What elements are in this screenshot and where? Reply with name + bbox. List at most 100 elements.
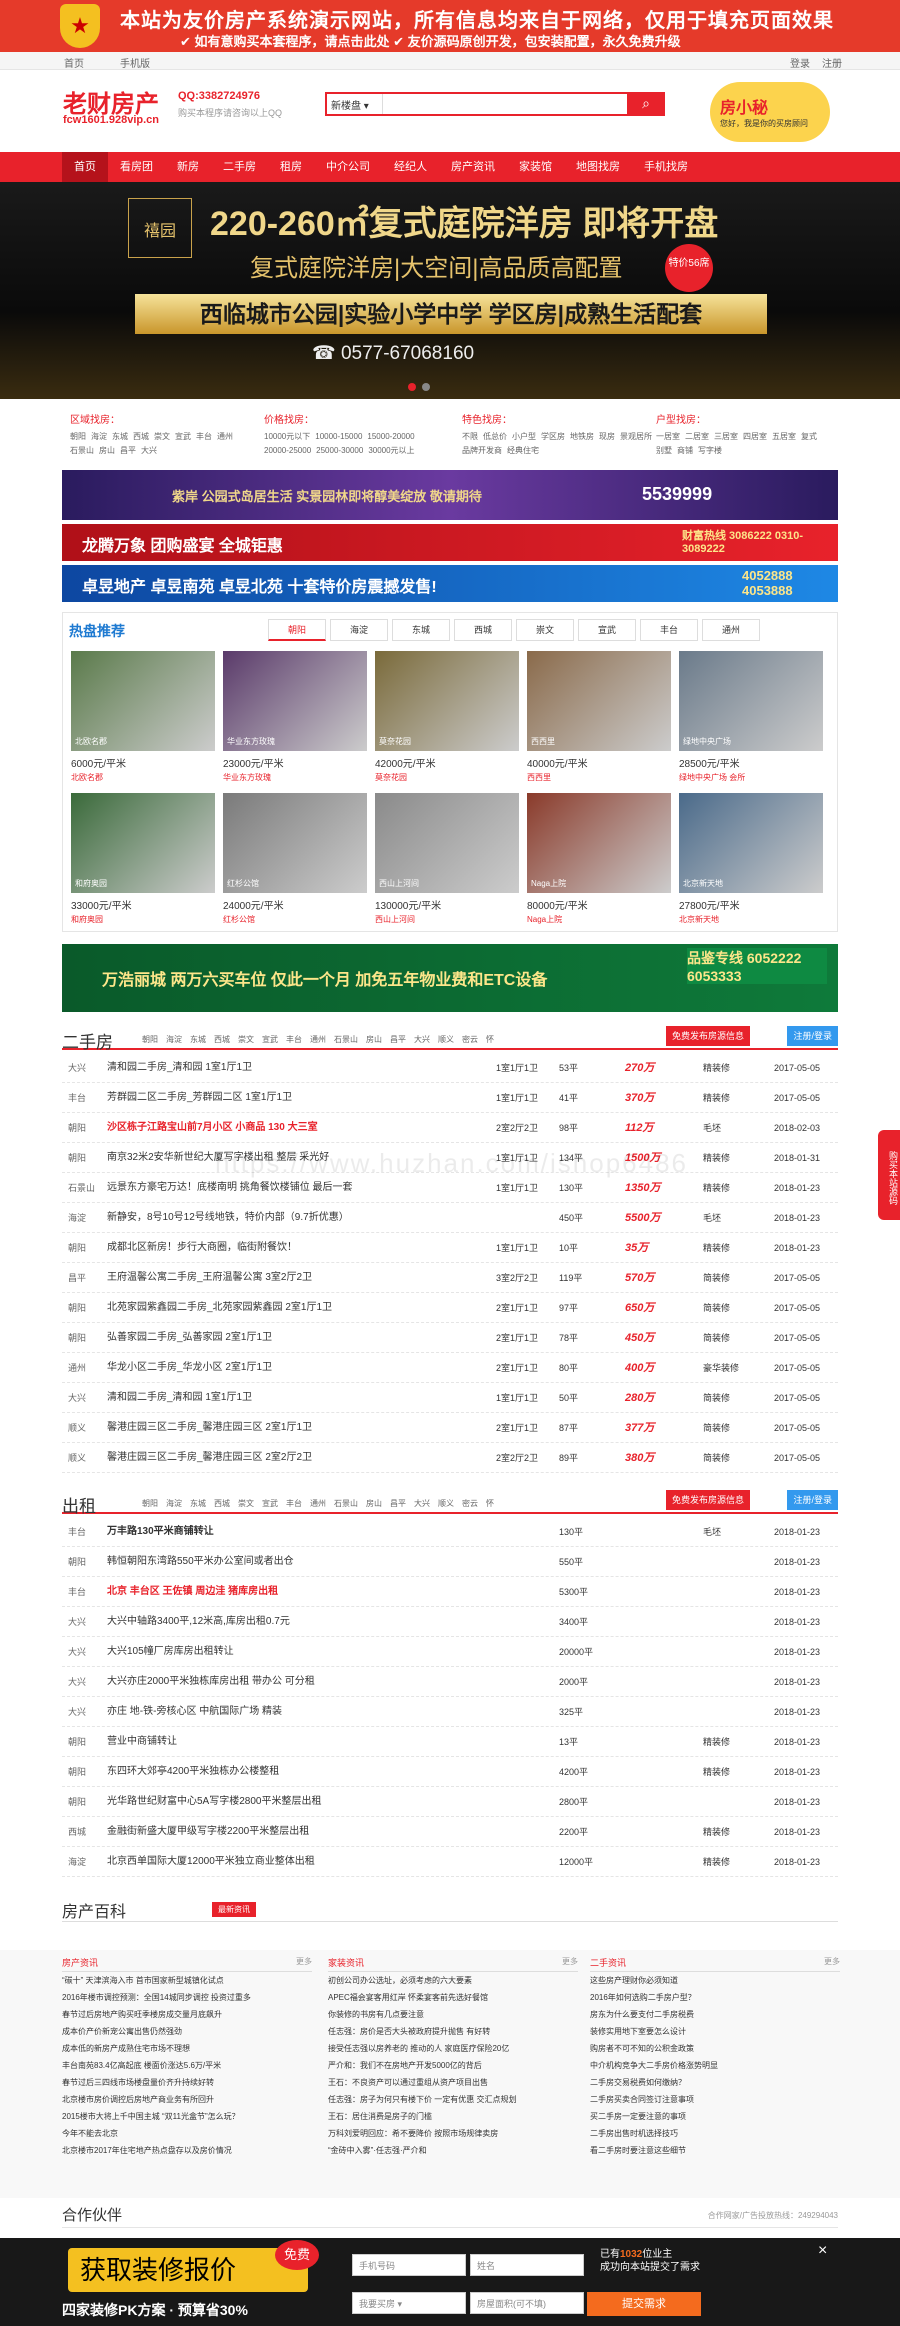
listing-image[interactable]: 北欧名郡 bbox=[71, 651, 215, 751]
row-title[interactable]: 韩恒朝阳东湾路550平米办公室间或者出仓 bbox=[107, 1547, 294, 1577]
filter-option[interactable]: 经典住宅 bbox=[507, 444, 539, 458]
top-promo-banner[interactable]: ★ 本站为友价房产系统演示网站，所有信息均来自于网络，仅用于填充页面效果 ✔ 如… bbox=[0, 0, 900, 52]
listing-image[interactable]: 华业东方玫瑰 bbox=[223, 651, 367, 751]
login-link[interactable]: 登录 bbox=[790, 55, 810, 70]
filter-option[interactable]: 现房 bbox=[599, 430, 615, 444]
filter-option[interactable]: 15000-20000 bbox=[367, 430, 414, 444]
listing-image[interactable]: 北京新天地 bbox=[679, 793, 823, 893]
wiki-item[interactable]: 2016年楼市调控预测：全国14城同步调控 投资过重多 bbox=[62, 1989, 312, 2006]
area-link[interactable]: 房山 bbox=[366, 1499, 382, 1508]
home-link[interactable]: 首页 bbox=[64, 55, 84, 70]
filter-option[interactable]: 丰台 bbox=[196, 430, 212, 444]
area-link[interactable]: 昌平 bbox=[390, 1035, 406, 1044]
tab[interactable]: 崇文 bbox=[516, 619, 574, 641]
area-link[interactable]: 大兴 bbox=[414, 1499, 430, 1508]
wiki-item[interactable]: 看二手房时要注意这些细节 bbox=[590, 2142, 840, 2159]
tab[interactable]: 东城 bbox=[392, 619, 450, 641]
area-link[interactable]: 海淀 bbox=[166, 1035, 182, 1044]
listing-card[interactable]: 西山上河间 130000元/平米 西山上河间 bbox=[375, 793, 519, 928]
wiki-item[interactable]: 北京楼市房价调控后房地产商业务有所回升 bbox=[62, 2091, 312, 2108]
more-link[interactable]: 更多 bbox=[296, 1956, 312, 1967]
row-title[interactable]: 大兴105幢厂房库房出租转让 bbox=[107, 1637, 234, 1667]
wiki-item[interactable]: 成本低的新房产成熟住宅市场不理想 bbox=[62, 2040, 312, 2057]
listing-card[interactable]: 莫奈花园 42000元/平米 莫奈花园 bbox=[375, 651, 519, 786]
wiki-item[interactable]: 春节过后三四线市场楼盘量价齐升持续好转 bbox=[62, 2074, 312, 2091]
wiki-item[interactable]: 你装修的书房有几点要注意 bbox=[328, 2006, 578, 2023]
filter-option[interactable]: 宣武 bbox=[175, 430, 191, 444]
tab[interactable]: 西城 bbox=[454, 619, 512, 641]
wiki-item[interactable]: 丰台南苑83.4亿高起底 楼面价涨达5.6万/平米 bbox=[62, 2057, 312, 2074]
filter-option[interactable]: 10000-15000 bbox=[315, 430, 362, 444]
listing-image[interactable]: 红杉公馆 bbox=[223, 793, 367, 893]
wiki-item[interactable]: 装修实用地下室要怎么设计 bbox=[590, 2023, 840, 2040]
wiki-item[interactable]: 二手房交易税费如何缴纳？ bbox=[590, 2074, 840, 2091]
filter-option[interactable]: 东城 bbox=[112, 430, 128, 444]
tab[interactable]: 海淀 bbox=[330, 619, 388, 641]
filter-option[interactable]: 三居室 bbox=[714, 430, 738, 444]
row-title[interactable]: 金融街新盛大厦甲级写字楼2200平米整层出租 bbox=[107, 1817, 309, 1847]
more-link[interactable]: 更多 bbox=[824, 1956, 840, 1967]
row-title[interactable]: 馨港庄园三区二手房_馨港庄园三区 2室1厅1卫 bbox=[107, 1413, 312, 1443]
filter-option[interactable]: 学区房 bbox=[541, 430, 565, 444]
listing-card[interactable]: 西西里 40000元/平米 西西里 bbox=[527, 651, 671, 786]
filter-option[interactable]: 崇文 bbox=[154, 430, 170, 444]
wiki-item[interactable]: 春节过后房地产购买旺季楼房成交量月底飙升 bbox=[62, 2006, 312, 2023]
area-link[interactable]: 通州 bbox=[310, 1499, 326, 1508]
filter-option[interactable]: 四居室 bbox=[743, 430, 767, 444]
listing-name[interactable]: 西山上河间 bbox=[375, 914, 519, 925]
mobile-link[interactable]: 手机版 bbox=[120, 55, 150, 70]
wiki-item[interactable]: 严介和：我们不在房地产开发5000亿的背后 bbox=[328, 2057, 578, 2074]
table-row[interactable]: 西城 金融街新盛大厦甲级写字楼2200平米整层出租 2200平 精装修 2018-01-… bbox=[62, 1817, 838, 1847]
listing-card[interactable]: 绿地中央广场 28500元/平米 绿地中央广场 会所 bbox=[679, 651, 823, 786]
area-link[interactable]: 大兴 bbox=[414, 1035, 430, 1044]
hero-banner[interactable]: 禧园 220-260㎡复式庭院洋房 即将开盘 复式庭院洋房|大空间|高品质高配置… bbox=[0, 182, 900, 399]
area-link[interactable]: 东城 bbox=[190, 1035, 206, 1044]
listing-card[interactable]: 华业东方玫瑰 23000元/平米 华业东方玫瑰 bbox=[223, 651, 367, 786]
wiki-column-title[interactable]: 房产资讯 bbox=[62, 1958, 98, 1968]
filter-option[interactable]: 大兴 bbox=[141, 444, 157, 458]
need-select[interactable]: 我要买房 ▾ bbox=[352, 2292, 466, 2314]
filter-option[interactable]: 地铁房 bbox=[570, 430, 594, 444]
row-title[interactable]: 北京 丰台区 王佐镇 周边洼 猪库房出租 bbox=[107, 1577, 278, 1607]
listing-card[interactable]: 和府奥园 33000元/平米 和府奥园 bbox=[71, 793, 215, 928]
table-row[interactable]: 顺义 馨港庄园三区二手房_馨港庄园三区 2室2厅2卫 2室2厅2卫 89平 380万 简装… bbox=[62, 1443, 838, 1473]
wiki-item[interactable]: 成本价产价新宠公寓出售仍然强劲 bbox=[62, 2023, 312, 2040]
listing-name[interactable]: 西西里 bbox=[527, 772, 671, 783]
listing-image[interactable]: 绿地中央广场 bbox=[679, 651, 823, 751]
area-link[interactable]: 朝阳 bbox=[142, 1499, 158, 1508]
nav-item[interactable]: 家装馆 bbox=[507, 152, 564, 182]
row-title[interactable]: 北京西单国际大厦12000平米独立商业整体出租 bbox=[107, 1847, 315, 1877]
listing-image[interactable]: Naga上院 bbox=[527, 793, 671, 893]
listing-card[interactable]: 红杉公馆 24000元/平米 红杉公馆 bbox=[223, 793, 367, 928]
row-title[interactable]: 成都北区新房！步行大商圈，临街附餐饮！ bbox=[107, 1233, 297, 1263]
tab[interactable]: 通州 bbox=[702, 619, 760, 641]
area-link[interactable]: 朝阳 bbox=[142, 1035, 158, 1044]
row-title[interactable]: 东四环大郊亭4200平米独栋办公楼整租 bbox=[107, 1757, 279, 1787]
filter-option[interactable]: 商铺 bbox=[677, 444, 693, 458]
more-link[interactable]: 更多 bbox=[562, 1956, 578, 1967]
row-title[interactable]: 馨港庄园三区二手房_馨港庄园三区 2室2厅2卫 bbox=[107, 1443, 312, 1473]
login-register-button[interactable]: 注册/登录 bbox=[787, 1490, 838, 1510]
area-link[interactable]: 宣武 bbox=[262, 1035, 278, 1044]
wiki-item[interactable]: 万科刘爱明回应：希不要降价 按照市场规律卖房 bbox=[328, 2125, 578, 2142]
filter-option[interactable]: 10000元以下 bbox=[264, 430, 310, 444]
area-link[interactable]: 宣武 bbox=[262, 1499, 278, 1508]
table-row[interactable]: 丰台 芳群园二区二手房_芳群园二区 1室1厅1卫 1室1厅1卫 41平 370万 精装修 2… bbox=[62, 1083, 838, 1113]
listing-image[interactable]: 西山上河间 bbox=[375, 793, 519, 893]
area-link[interactable]: 西城 bbox=[214, 1035, 230, 1044]
filter-option[interactable]: 五居室 bbox=[772, 430, 796, 444]
filter-option[interactable]: 石景山 bbox=[70, 444, 94, 458]
buy-source-button[interactable]: 购买本站源码 bbox=[878, 1130, 900, 1220]
filter-option[interactable]: 二居室 bbox=[685, 430, 709, 444]
area-input[interactable]: 房屋面积(可不填) bbox=[470, 2292, 584, 2314]
table-row[interactable]: 大兴 大兴亦庄2000平米独栋库房出租 带办公 可分租 2000平 2018-01-2… bbox=[62, 1667, 838, 1697]
nav-item[interactable]: 二手房 bbox=[211, 152, 268, 182]
nav-item[interactable]: 房产资讯 bbox=[439, 152, 507, 182]
table-row[interactable]: 大兴 亦庄 地-铁-旁核心区 中航国际广场 精装 325平 2018-01-23 bbox=[62, 1697, 838, 1727]
area-link[interactable]: 顺义 bbox=[438, 1035, 454, 1044]
wiki-item[interactable]: APEC福会宴客用红岸 怀柔宴客前先选好餐馆 bbox=[328, 1989, 578, 2006]
table-row[interactable]: 朝阳 东四环大郊亭4200平米独栋办公楼整租 4200平 精装修 2018-01-23 bbox=[62, 1757, 838, 1787]
row-title[interactable]: 沙区栋子江路宝山前7月小区 小商品 130 大三室 bbox=[107, 1113, 318, 1143]
wiki-item[interactable]: 买二手房一定要注意的事项 bbox=[590, 2108, 840, 2125]
nav-item[interactable]: 中介公司 bbox=[314, 152, 382, 182]
